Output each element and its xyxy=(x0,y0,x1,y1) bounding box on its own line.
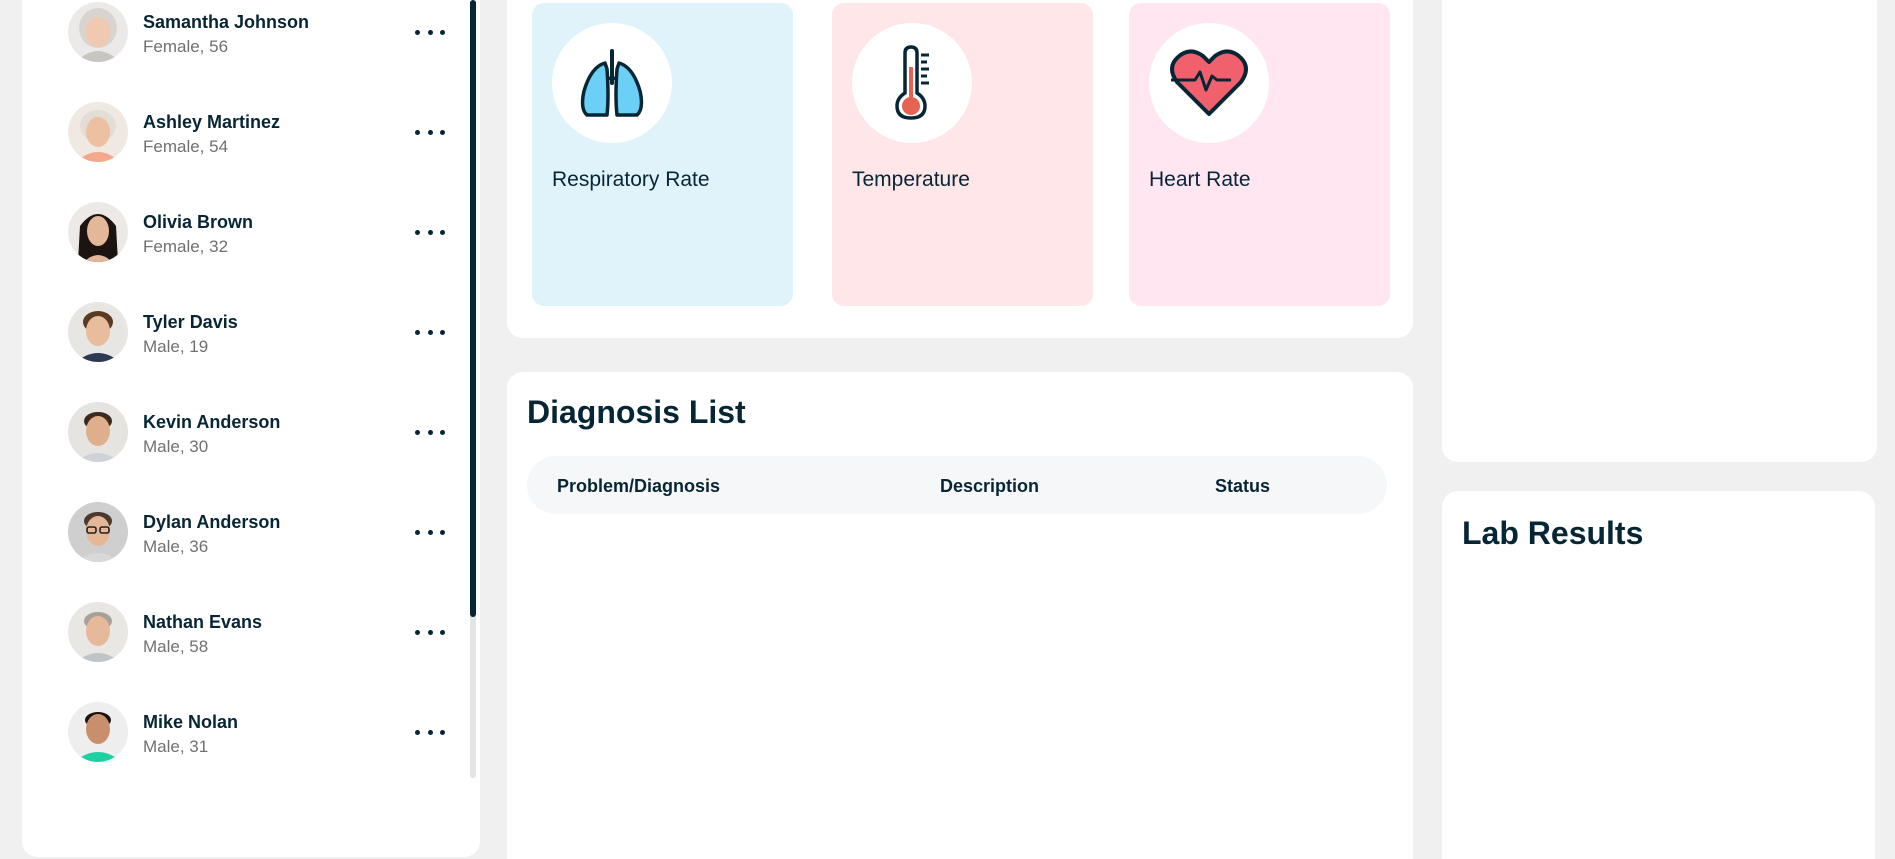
more-options-icon[interactable] xyxy=(415,422,445,442)
patient-meta: Male, 36 xyxy=(143,537,209,556)
avatar xyxy=(68,602,128,662)
more-options-icon[interactable] xyxy=(415,522,445,542)
avatar xyxy=(68,702,128,762)
lungs-icon xyxy=(552,23,672,143)
patients-panel: Samantha Johnson Female, 56 Ashley Marti… xyxy=(22,0,480,857)
vital-label: Heart Rate xyxy=(1149,168,1251,191)
lab-results-title: Lab Results xyxy=(1462,515,1644,551)
heart-icon xyxy=(1149,23,1269,143)
more-options-icon[interactable] xyxy=(415,322,445,342)
scrollbar-thumb[interactable] xyxy=(470,0,476,617)
column-header-status: Status xyxy=(1215,476,1271,496)
avatar-image xyxy=(68,102,128,162)
patient-row[interactable]: Tyler Davis Male, 19 xyxy=(46,302,446,368)
lab-results-card: Lab Results xyxy=(1442,491,1875,859)
diagnosis-list-title: Diagnosis List xyxy=(527,394,746,430)
patient-name: Dylan Anderson xyxy=(143,512,281,532)
more-options-icon[interactable] xyxy=(415,222,445,242)
patient-meta: Male, 31 xyxy=(143,737,209,756)
avatar xyxy=(68,202,128,262)
vital-respiratory-rate: Respiratory Rate xyxy=(532,3,793,306)
patient-profile-card xyxy=(1442,0,1877,462)
patient-row[interactable]: Kevin Anderson Male, 30 xyxy=(46,402,446,468)
avatar-image xyxy=(68,702,128,762)
patient-row[interactable]: Olivia Brown Female, 32 xyxy=(46,202,446,268)
patient-row[interactable]: Ashley Martinez Female, 54 xyxy=(46,102,446,168)
avatar xyxy=(68,402,128,462)
avatar xyxy=(68,502,128,562)
patient-row[interactable]: Dylan Anderson Male, 36 xyxy=(46,502,446,568)
patient-name: Ashley Martinez xyxy=(143,112,281,132)
more-options-icon[interactable] xyxy=(415,622,445,642)
column-header-description: Description xyxy=(940,476,1040,496)
patient-name: Tyler Davis xyxy=(143,312,238,332)
patient-row[interactable]: Samantha Johnson Female, 56 xyxy=(46,2,446,68)
patient-list-scrollbar[interactable] xyxy=(470,0,476,778)
vital-heart-rate: Heart Rate xyxy=(1129,3,1390,306)
avatar-image xyxy=(68,602,128,662)
avatar-image xyxy=(68,302,128,362)
more-options-icon[interactable] xyxy=(415,22,445,42)
avatar xyxy=(68,302,128,362)
patient-meta: Female, 32 xyxy=(143,237,229,256)
patient-name: Olivia Brown xyxy=(143,212,254,232)
vital-label: Respiratory Rate xyxy=(552,168,710,191)
patient-name: Samantha Johnson xyxy=(143,12,310,32)
avatar-image xyxy=(68,502,128,562)
vital-label: Temperature xyxy=(852,168,970,191)
vitals-card: Respiratory Rate Temperature Heart Rate xyxy=(507,0,1413,338)
more-options-icon[interactable] xyxy=(415,122,445,142)
avatar-image xyxy=(68,402,128,462)
patient-meta: Male, 58 xyxy=(143,637,209,656)
vital-temperature: Temperature xyxy=(832,3,1093,306)
patient-row[interactable]: Nathan Evans Male, 58 xyxy=(46,602,446,668)
patient-meta: Female, 54 xyxy=(143,137,229,156)
patient-name: Mike Nolan xyxy=(143,712,239,732)
avatar xyxy=(68,102,128,162)
patient-name: Nathan Evans xyxy=(143,612,263,632)
thermometer-icon xyxy=(852,23,972,143)
diagnosis-list-card: Diagnosis List Problem/Diagnosis Descrip… xyxy=(507,372,1413,859)
column-header-problem: Problem/Diagnosis xyxy=(557,476,721,496)
patient-meta: Male, 19 xyxy=(143,337,209,356)
patient-name: Kevin Anderson xyxy=(143,412,281,432)
patient-meta: Male, 30 xyxy=(143,437,209,456)
avatar-image xyxy=(68,202,128,262)
diagnosis-table-header: Problem/Diagnosis Description Status xyxy=(527,456,1387,514)
avatar-image xyxy=(68,2,128,62)
more-options-icon[interactable] xyxy=(415,722,445,742)
patient-meta: Female, 56 xyxy=(143,37,229,56)
avatar xyxy=(68,2,128,62)
patient-row[interactable]: Mike Nolan Male, 31 xyxy=(46,702,446,768)
